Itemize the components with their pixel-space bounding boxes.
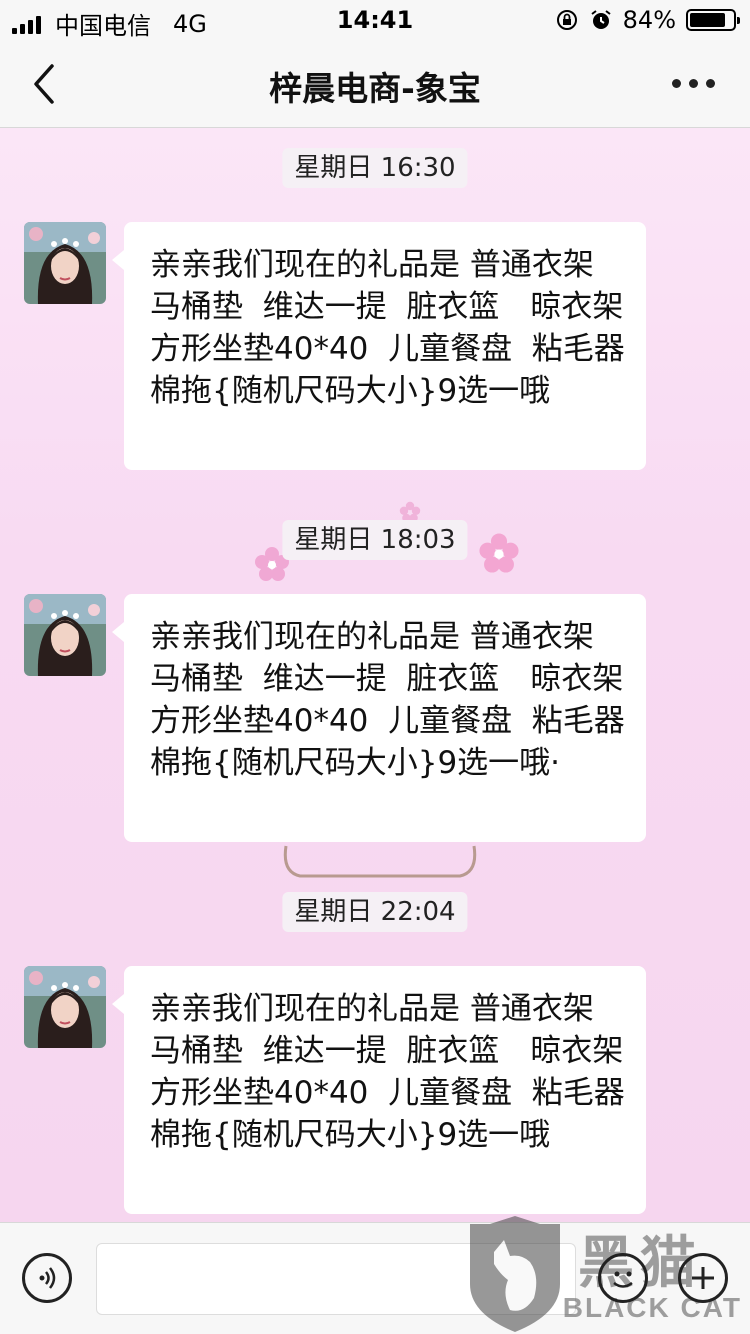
battery-fill bbox=[690, 13, 726, 27]
chat-area[interactable]: 星期日 16:30 亲亲我们现在的礼品是 普通衣架 马桶垫 维达一提 脏衣篮 晾… bbox=[0, 128, 750, 1222]
battery-icon bbox=[686, 9, 740, 31]
alarm-icon bbox=[591, 10, 611, 29]
plus-icon bbox=[692, 1267, 714, 1289]
avatar[interactable] bbox=[24, 594, 106, 676]
avatar-image bbox=[24, 594, 106, 676]
flower-decoration-icon bbox=[479, 533, 519, 573]
add-button[interactable] bbox=[678, 1253, 728, 1303]
black-cat-logo-icon bbox=[470, 1216, 560, 1332]
avatar[interactable] bbox=[24, 966, 106, 1048]
input-bar: 黑猫 BLACK CAT bbox=[0, 1216, 750, 1334]
orientation-lock-icon bbox=[556, 10, 577, 30]
avatar-image bbox=[24, 966, 106, 1048]
more-dot bbox=[706, 78, 715, 88]
avatar[interactable] bbox=[24, 222, 106, 304]
status-bar: 中国电信 4G 14:41 84% bbox=[0, 0, 750, 40]
message-bubble[interactable]: 亲亲我们现在的礼品是 普通衣架 马桶垫 维达一提 脏衣篮 晾衣架 方形坐垫40*… bbox=[112, 594, 646, 842]
more-dot bbox=[672, 78, 681, 88]
nav-bar: 梓晨电商-象宝 bbox=[0, 40, 750, 128]
status-right: 84% bbox=[555, 6, 740, 34]
message-bubble[interactable]: 亲亲我们现在的礼品是 普通衣架 马桶垫 维达一提 脏衣篮 晾衣架 方形坐垫40*… bbox=[112, 966, 646, 1214]
battery-percent: 84% bbox=[622, 6, 676, 34]
timestamp: 星期日 22:04 bbox=[282, 892, 468, 932]
timestamp: 星期日 18:03 bbox=[282, 520, 468, 560]
cup-decoration-icon bbox=[283, 845, 477, 878]
avatar-image bbox=[24, 222, 106, 304]
emoji-button[interactable] bbox=[598, 1253, 648, 1303]
chat-title: 梓晨电商-象宝 bbox=[269, 69, 481, 108]
timestamp: 星期日 16:30 bbox=[282, 148, 468, 188]
message-bubble[interactable]: 亲亲我们现在的礼品是 普通衣架 马桶垫 维达一提 脏衣篮 晾衣架 方形坐垫40*… bbox=[112, 222, 646, 470]
voice-icon bbox=[39, 1267, 56, 1289]
more-button[interactable] bbox=[672, 68, 722, 98]
more-dot bbox=[689, 78, 698, 88]
voice-button[interactable] bbox=[22, 1253, 72, 1303]
emoji-icon bbox=[613, 1271, 633, 1288]
